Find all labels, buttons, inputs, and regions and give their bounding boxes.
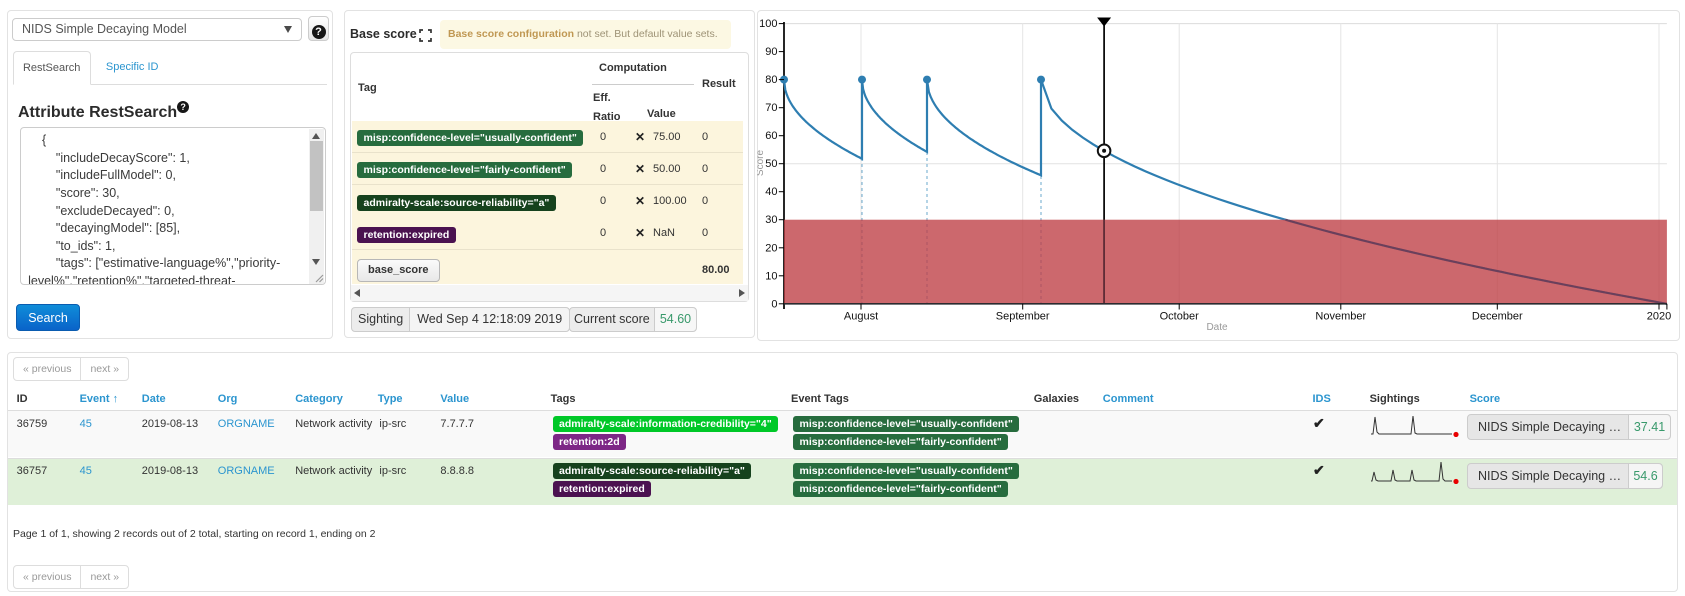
svg-text:90: 90 <box>765 46 777 58</box>
svg-text:August: August <box>844 311 878 323</box>
svg-text:0: 0 <box>771 298 777 310</box>
svg-text:November: November <box>1315 311 1366 323</box>
svg-text:10: 10 <box>765 270 777 282</box>
svg-text:80: 80 <box>765 74 777 86</box>
svg-text:30: 30 <box>765 214 777 226</box>
svg-text:October: October <box>1160 311 1199 323</box>
svg-text:70: 70 <box>765 102 777 114</box>
svg-text:40: 40 <box>765 186 777 198</box>
svg-text:Score: Score <box>757 150 766 177</box>
svg-text:September: September <box>996 311 1050 323</box>
svg-text:60: 60 <box>765 130 777 142</box>
svg-text:50: 50 <box>765 158 777 170</box>
svg-text:100: 100 <box>759 18 777 30</box>
svg-text:2020: 2020 <box>1647 311 1671 323</box>
svg-text:December: December <box>1472 311 1523 323</box>
svg-text:20: 20 <box>765 242 777 254</box>
svg-text:Date: Date <box>1206 322 1228 333</box>
